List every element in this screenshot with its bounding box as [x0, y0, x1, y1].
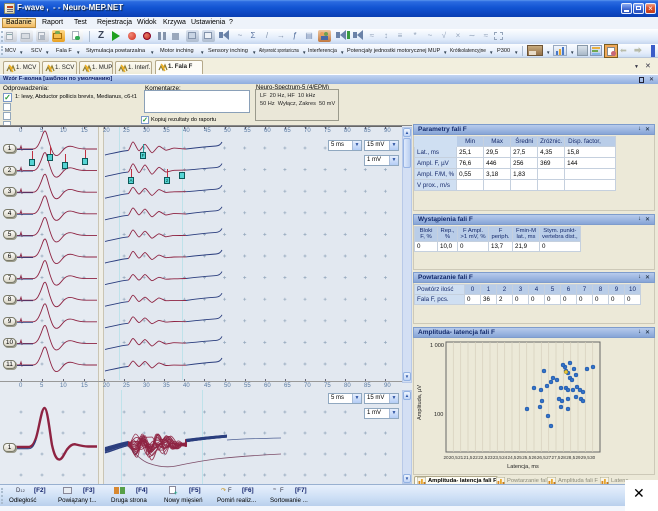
svg-text:24,5: 24,5: [508, 455, 517, 460]
svg-text:22,5: 22,5: [478, 455, 487, 460]
svg-text:26,5: 26,5: [537, 455, 546, 460]
svg-text:100: 100: [434, 412, 443, 418]
svg-text:21,5: 21,5: [464, 455, 473, 460]
svg-text:20,5: 20,5: [449, 455, 458, 460]
svg-text:25,5: 25,5: [522, 455, 531, 460]
svg-text:27,5: 27,5: [552, 455, 561, 460]
svg-text:Latencja, ms: Latencja, ms: [507, 464, 539, 470]
svg-text:30: 30: [590, 455, 596, 460]
svg-text:Amplituda, µV: Amplituda, µV: [417, 385, 423, 420]
svg-text:23,5: 23,5: [493, 455, 502, 460]
svg-text:29,5: 29,5: [581, 455, 590, 460]
svg-text:28,5: 28,5: [566, 455, 575, 460]
svg-text:1 000: 1 000: [430, 343, 444, 349]
